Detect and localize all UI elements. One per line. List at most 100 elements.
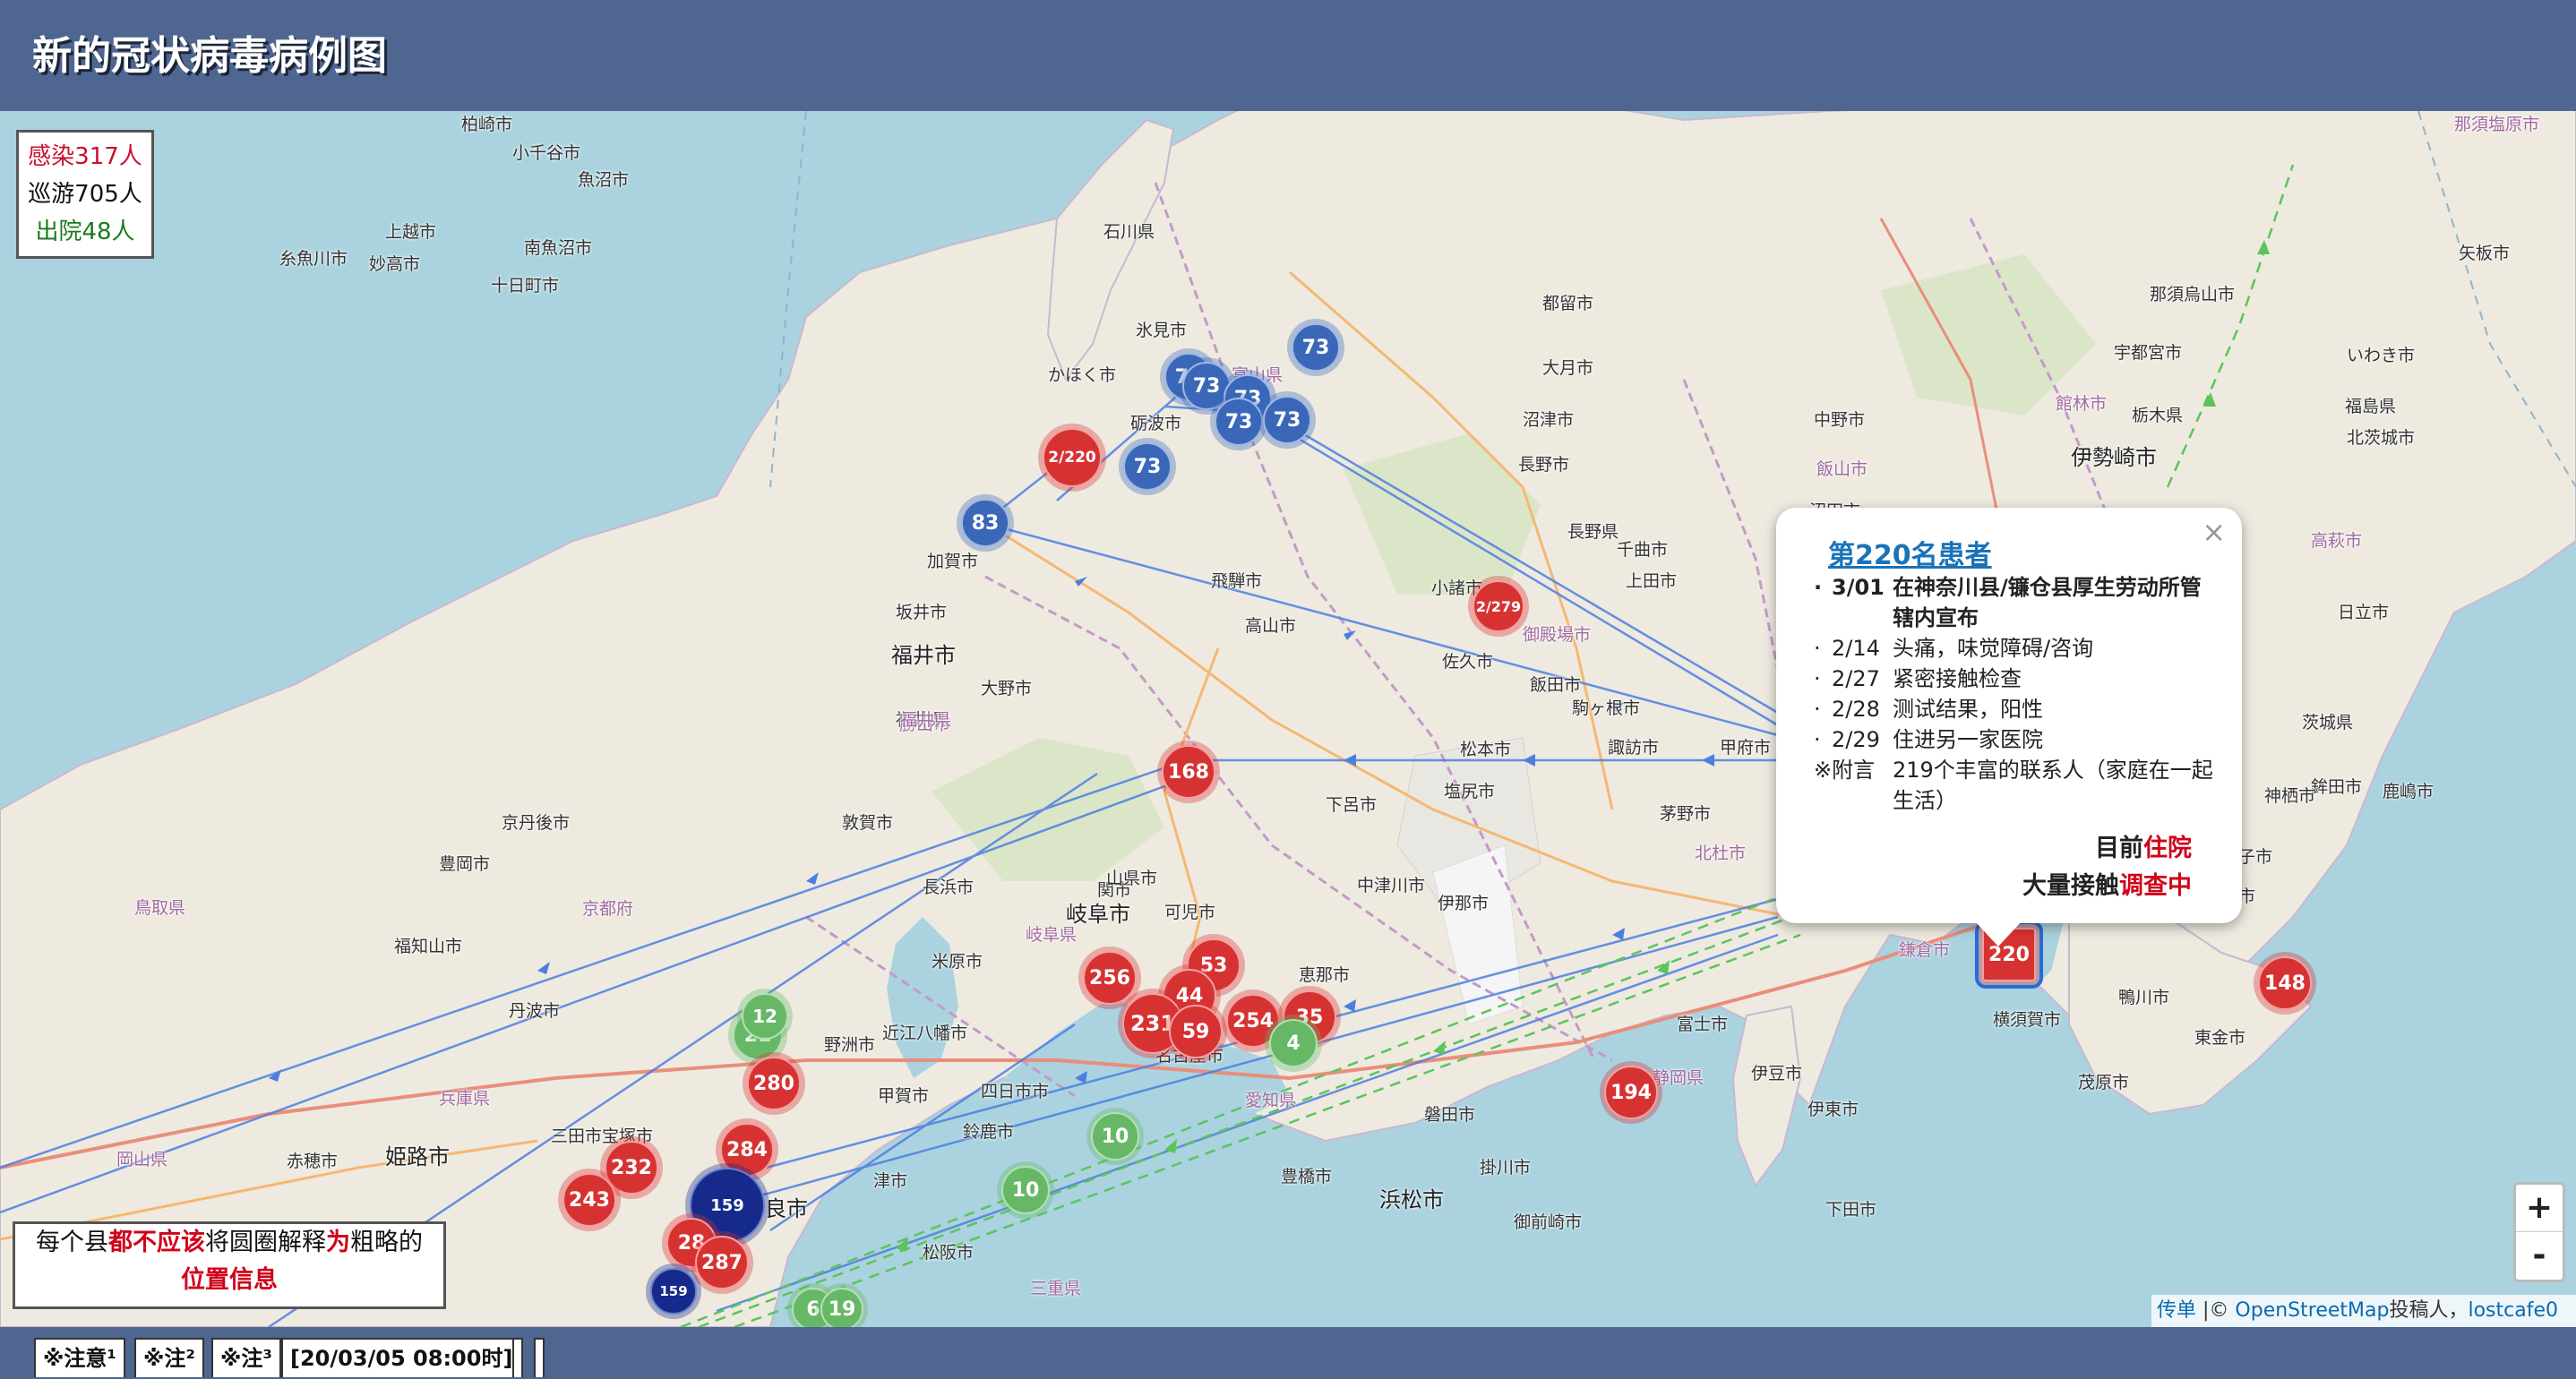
place-label: 伊東市 [1807, 1100, 1859, 1119]
place-label: 磐田市 [1424, 1105, 1476, 1125]
place-label: 可児市 [1164, 903, 1216, 922]
case-marker[interactable]: 280 [747, 1057, 801, 1110]
case-marker[interactable]: 73 [1292, 323, 1340, 372]
pref-label: 京都府 [582, 899, 634, 919]
pref-label: 岡山県 [116, 1150, 168, 1169]
timeline-row: · 2/28 测试结果，阳性 [1814, 694, 2217, 724]
place-label: 高山市 [1245, 616, 1297, 636]
patient-popup: × 第220名患者 · 3/01 在神奈川县/镰仓县厚生劳动所管辖内宣布 · 2… [1776, 508, 2242, 946]
timeline-row: · 2/29 住进另一家医院 [1814, 724, 2217, 755]
close-icon[interactable]: × [2202, 515, 2226, 549]
case-marker[interactable]: 2/220 [1043, 428, 1102, 487]
place-label: 加賀市 [927, 552, 979, 571]
place-label: 恵那市 [1299, 965, 1351, 985]
note-text: 将圆圈解释 [205, 1229, 326, 1256]
note1-tab[interactable]: ※注意¹ [34, 1338, 125, 1377]
place-label: 姫路市 [385, 1144, 450, 1169]
leaflet-link[interactable]: 传单 [2157, 1299, 2196, 1322]
pref-label: 兵庫県 [439, 1089, 491, 1109]
place-label: 伊那市 [1438, 894, 1490, 913]
place-label: 松阪市 [923, 1243, 975, 1263]
place-label: 千曲市 [1617, 540, 1669, 560]
case-marker[interactable]: 2/279 [1473, 580, 1524, 632]
timeline-text: 在神奈川县/镰仓县厚生劳动所管辖内宣布 [1893, 575, 2202, 630]
zoom-out-button[interactable]: - [2516, 1232, 2563, 1279]
place-label: 甲府市 [1720, 738, 1772, 758]
place-label: 長野市 [1518, 455, 1570, 475]
place-label: 大野市 [981, 679, 1033, 698]
place-label: 魚沼市 [578, 170, 630, 190]
place-label: 飯田市 [1530, 675, 1582, 695]
place-label: 伊豆市 [1751, 1064, 1803, 1084]
case-marker[interactable]: 243 [562, 1173, 616, 1227]
app-footer: ※注意¹ ※注² ※注³ [20/03/05 08:00时] [0, 1327, 2576, 1379]
popup-timeline: · 3/01 在神奈川县/镰仓县厚生劳动所管辖内宣布 · 2/14 头痛，味觉障… [1814, 572, 2217, 816]
place-label: 御前崎市 [1514, 1212, 1583, 1232]
place-label: 砺波市 [1130, 414, 1182, 433]
pref-label: 館林市 [2056, 394, 2108, 414]
place-label: 甲賀市 [878, 1086, 930, 1106]
pref-label: 鎌倉市 [1899, 940, 1951, 960]
place-label: 茨城県 [2302, 713, 2354, 732]
case-marker[interactable]: 168 [1162, 745, 1215, 799]
pref-label: 高萩市 [2311, 531, 2363, 551]
case-marker[interactable]: 256 [1083, 951, 1137, 1005]
note-text: 粗略的 [350, 1229, 423, 1256]
timeline-text: 头痛，味觉障碍/咨询 [1893, 636, 2094, 661]
note-text: 每个县 [36, 1229, 108, 1256]
case-marker[interactable]: 159 [650, 1268, 697, 1315]
place-label: 京丹後市 [502, 813, 571, 833]
status-value: 住院 [2143, 835, 2192, 862]
case-marker[interactable]: 12 [742, 993, 788, 1040]
author-link[interactable]: lostcafe0 [2468, 1299, 2558, 1322]
place-label: かほく市 [1048, 365, 1117, 385]
case-marker[interactable]: 287 [695, 1236, 749, 1289]
place-label: 駒ヶ根市 [1572, 698, 1641, 718]
place-label: 赤穂市 [287, 1152, 339, 1171]
case-marker[interactable]: 73 [1123, 442, 1172, 491]
place-label: 豊橋市 [1281, 1167, 1333, 1186]
bullet: · [1814, 727, 1821, 752]
footer-slot[interactable] [512, 1338, 523, 1377]
case-marker[interactable]: 83 [961, 499, 1009, 547]
note2-tab[interactable]: ※注² [134, 1338, 204, 1377]
place-label: 坂井市 [896, 603, 948, 622]
place-label: 北茨城市 [2347, 428, 2416, 448]
osm-link[interactable]: OpenStreetMap [2235, 1299, 2389, 1322]
place-label: 矢板市 [2459, 244, 2511, 263]
case-marker[interactable]: 10 [1091, 1112, 1139, 1161]
case-marker[interactable]: 19 [820, 1288, 863, 1327]
attribution-sep: |© [2196, 1299, 2236, 1322]
case-marker[interactable]: 73 [1215, 398, 1263, 446]
pref-label: 飯山市 [1816, 459, 1868, 479]
place-label: 三田市 [551, 1126, 603, 1146]
place-label: 丹波市 [509, 1001, 561, 1021]
pref-label: 鳥取県 [134, 898, 186, 918]
place-label: 大月市 [1542, 358, 1594, 378]
footer-slot[interactable] [534, 1338, 545, 1377]
case-marker[interactable]: 73 [1263, 396, 1311, 444]
case-marker[interactable]: 194 [1604, 1066, 1658, 1119]
place-label: 下田市 [1825, 1200, 1877, 1220]
timeline-row: ※附言 219个丰富的联系人（家庭在一起生活） [1814, 755, 2217, 816]
status-label: 大量接触 [2022, 872, 2119, 900]
timeline-row: · 3/01 在神奈川县/镰仓县厚生劳动所管辖内宣布 [1814, 572, 2217, 633]
case-marker[interactable]: 148 [2258, 956, 2312, 1010]
infected-count: 感染317人 [28, 143, 142, 170]
pref-label: 御殿場市 [1523, 625, 1592, 645]
recovered-count: 出院48人 [35, 218, 135, 245]
place-label: 鈴鹿市 [963, 1122, 1015, 1142]
case-marker[interactable]: 59 [1169, 1005, 1223, 1058]
place-label: 長浜市 [923, 878, 975, 897]
place-label: 長野県 [1567, 522, 1619, 542]
page-title: 新的冠状病毒病例图 [32, 33, 387, 79]
popup-title-link[interactable]: 第220名患者 [1828, 533, 1992, 572]
note3-tab[interactable]: ※注³ [211, 1338, 281, 1377]
case-marker[interactable]: 4 [1269, 1019, 1318, 1067]
place-label: 山県市 [1106, 869, 1158, 888]
place-label: 福島県 [2345, 397, 2397, 416]
case-marker[interactable]: 10 [1001, 1166, 1050, 1214]
timeline-text: 测试结果，阳性 [1893, 697, 2043, 722]
place-label: 神栖市 [2264, 786, 2316, 806]
zoom-in-button[interactable]: + [2516, 1185, 2563, 1232]
